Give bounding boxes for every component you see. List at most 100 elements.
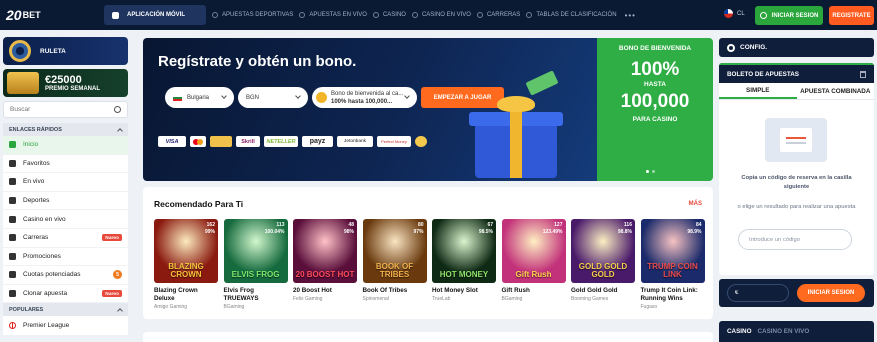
bonus-hasta: HASTA [644, 81, 666, 88]
tab-simple[interactable]: SIMPLE [719, 83, 797, 99]
search-box [3, 101, 128, 118]
language-selector[interactable]: CL [724, 9, 745, 18]
game-art-title: BOOK OF TRIBES [375, 262, 414, 279]
game-card[interactable]: 127 123.49% Gift Rush Gift Rush BGaming [501, 219, 566, 310]
game-thumbnail[interactable]: 116 98.8% GOLD GOLD GOLD [571, 219, 635, 283]
nav-leaderboards[interactable]: TABLAS DE CLASIFICACIÓN [526, 12, 617, 18]
sidebar-item-favorites[interactable]: Favoritos [3, 155, 128, 174]
sidebar-item-home[interactable]: Inicio [3, 136, 128, 155]
bet-slip-header: BOLETO DE APUESTAS [719, 63, 874, 83]
game-thumbnail[interactable]: 162 99% BLAZING CROWN [154, 219, 218, 283]
search-input[interactable] [10, 106, 100, 113]
trash-icon[interactable] [860, 70, 866, 78]
game-card[interactable]: 162 99% BLAZING CROWN Blazing Crown Deluxe A… [154, 219, 218, 310]
settings-label: CONFIG. [740, 44, 768, 51]
carousel-dot[interactable] [646, 170, 649, 173]
slip-login-button[interactable]: INICIAR SESION [797, 284, 865, 302]
currency-value: BGN [246, 94, 260, 101]
chevron-down-icon [221, 93, 227, 99]
logo[interactable]: 20 BET [0, 0, 48, 30]
apple-icon [112, 11, 119, 19]
bet-slip-tabs: SIMPLE APUESTA COMBINADA [719, 83, 874, 100]
currency-select[interactable]: BGN [238, 87, 308, 108]
top-nav-bar: 20 BET APLICACIÓN MÓVIL APUESTAS DEPORTI… [0, 0, 877, 30]
banknote-icon [525, 70, 559, 96]
tab-combined[interactable]: APUESTA COMBINADA [797, 83, 875, 99]
mobile-app-button[interactable]: APLICACIÓN MÓVIL [104, 5, 206, 25]
country-select[interactable]: Bulgaria [165, 87, 234, 108]
sidebar-item-sports[interactable]: Deportes [3, 192, 128, 211]
quick-links-title: ENLACES RÁPIDOS [9, 126, 62, 133]
choose-outcome-hint: o elige un resultado para realizar una a… [737, 204, 856, 210]
sidebar-item-promotions[interactable]: Promociones [3, 248, 128, 267]
game-card[interactable]: 48 98% 20 BOOST HOT 20 Boost Hot Felix Gamin… [293, 219, 357, 310]
game-stats: 113 100.04% [265, 222, 285, 236]
sidebar-item-boosted-odds[interactable]: Cuotas potenciadas 5 [3, 266, 128, 285]
game-card[interactable]: 80 97% BOOK OF TRIBES Book Of Tribes Spinome… [362, 219, 427, 310]
sidebar-item-live-casino[interactable]: Casino en vivo [3, 210, 128, 229]
game-card[interactable]: 113 100.04% ELVIS FROG Elvis Frog TRUEWAYS B… [223, 219, 288, 310]
game-provider: TrueLab [432, 296, 451, 302]
sidebar-item-premier-league[interactable]: Premier League [3, 316, 128, 335]
jackpot-amount: €25000 [45, 73, 82, 86]
game-stats: 162 99% [205, 222, 215, 236]
game-thumbnail[interactable]: 80 97% BOOK OF TRIBES [362, 219, 427, 283]
game-art-title: TRUMP COIN LINK [647, 262, 698, 279]
sidebar-item-races[interactable]: Carreras Nuevo [3, 229, 128, 248]
tab-casino[interactable]: CASINO [727, 328, 752, 335]
sidebar-item-label: Favoritos [23, 159, 50, 167]
nav-casino[interactable]: CASINO [372, 12, 406, 18]
popular-header[interactable]: POPULARES [3, 303, 128, 317]
weekly-prize-promo[interactable]: €25000 PREMIO SEMANAL [3, 69, 128, 97]
sidebar-item-label: Cuotas potenciadas [23, 271, 81, 279]
nav-sports[interactable]: APUESTAS DEPORTIVAS [212, 12, 293, 18]
game-name: 20 Boost Hot [293, 287, 332, 294]
coin-payment-logo [415, 136, 427, 147]
tab-live-casino[interactable]: CASINO EN VIVO [758, 328, 810, 335]
game-card[interactable]: 116 98.8% GOLD GOLD GOLD Gold Gold Gold Boom… [571, 219, 635, 310]
logo-word: BET [22, 10, 41, 20]
game-card[interactable]: 84 98.9% TRUMP COIN LINK Trump It Coin Link… [640, 219, 705, 310]
game-provider: Fugaso [640, 304, 658, 310]
rtp-value: 98.8% [617, 229, 632, 235]
game-provider: BGaming [223, 304, 245, 310]
game-name: Trump It Coin Link: Running Wins [640, 287, 698, 302]
quick-links-header[interactable]: ENLACES RÁPIDOS [3, 123, 128, 136]
welcome-bonus-panel[interactable]: BONO DE BIENVENIDA 100% HASTA 100,000 PA… [597, 38, 713, 181]
game-thumbnail[interactable]: 84 98.9% TRUMP COIN LINK [640, 219, 705, 283]
more-menu-button[interactable]: ••• [625, 11, 636, 20]
players-count: 80 [417, 222, 424, 228]
booking-code-input[interactable] [738, 229, 852, 250]
game-stats: 127 123.49% [543, 222, 563, 236]
search-icon[interactable] [114, 106, 121, 113]
roulette-promo[interactable]: RULETA [3, 37, 128, 65]
nav-live[interactable]: APUESTAS EN VIVO [299, 12, 367, 18]
next-section [143, 332, 713, 342]
bet-slip: BOLETO DE APUESTAS SIMPLE APUESTA COMBIN… [719, 63, 874, 275]
game-thumbnail[interactable]: 48 98% 20 BOOST HOT [293, 219, 357, 283]
rtp-value: 100.04% [264, 229, 285, 235]
game-card[interactable]: 67 98.5% HOT MONEY Hot Money Slot TrueLab [432, 219, 496, 310]
bonus-select[interactable]: Bono de bienvenida al ca... 100% hasta 1… [312, 87, 417, 108]
carousel-dot[interactable] [652, 170, 655, 173]
more-link[interactable]: MÁS [689, 201, 702, 207]
bonus-percent: 100% [630, 59, 680, 80]
game-thumbnail[interactable]: 113 100.04% ELVIS FROG [223, 219, 288, 283]
trophy-icon [526, 12, 533, 18]
game-thumbnail[interactable]: 67 98.5% HOT MONEY [432, 219, 496, 283]
stake-input[interactable] [727, 284, 789, 302]
game-thumbnail[interactable]: 127 123.49% Gift Rush [501, 219, 566, 283]
bonus-line1: Bono de bienvenida al ca... [331, 90, 404, 97]
language-code: CL [737, 10, 745, 17]
game-name: Book Of Tribes [362, 287, 408, 294]
nav-live-casino[interactable]: CASINO EN VIVO [411, 12, 471, 18]
races-icon [476, 12, 483, 18]
sidebar-item-clone-bet[interactable]: Clonar apuesta Nuevo [3, 285, 128, 304]
chevron-up-icon [117, 127, 123, 134]
login-button[interactable]: INICIAR SESION [755, 6, 823, 25]
register-button[interactable]: REGISTRATE [829, 6, 874, 25]
game-provider: Felix Gaming [293, 296, 323, 302]
nav-races[interactable]: CARRERAS [476, 12, 520, 18]
settings-button[interactable]: CONFIG. [719, 38, 874, 57]
sidebar-item-live[interactable]: En vivo [3, 173, 128, 192]
